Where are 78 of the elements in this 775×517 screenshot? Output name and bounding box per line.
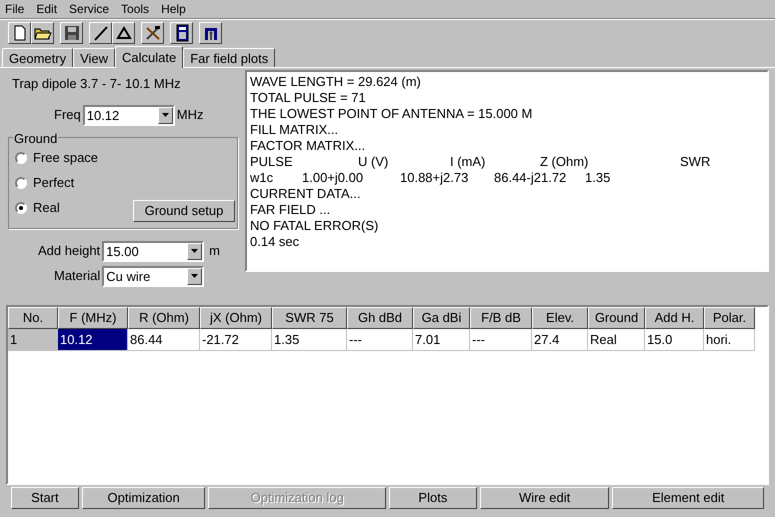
menu-item[interactable]: Edit xyxy=(36,0,58,18)
action-button[interactable]: Optimization xyxy=(82,487,206,509)
action-button[interactable]: Start xyxy=(11,487,79,509)
radio-button[interactable] xyxy=(15,202,27,214)
material-label: Material xyxy=(54,267,100,286)
log-cell-text: SWR xyxy=(680,154,712,170)
menu-item[interactable]: Service xyxy=(69,0,110,18)
radio-label: Perfect xyxy=(33,174,74,192)
radio-button[interactable] xyxy=(15,177,27,189)
table-cell[interactable]: 1 xyxy=(8,329,58,351)
calculator-icon[interactable] xyxy=(170,22,193,44)
action-button[interactable]: Plots xyxy=(389,487,477,509)
freq-label: Freq xyxy=(54,106,81,124)
column-header[interactable]: Gh dBd xyxy=(347,307,413,329)
log-cell-text: I (mA) xyxy=(450,154,486,170)
action-button[interactable]: Element edit xyxy=(612,487,764,509)
tab[interactable]: Geometry xyxy=(2,48,74,67)
dropdown-field[interactable]: 10.12 xyxy=(82,104,175,126)
log-cell-text: 1.35 xyxy=(585,170,612,186)
log-line: FILL MATRIX... xyxy=(250,122,340,138)
add-height-label: Add height xyxy=(38,242,100,260)
action-button[interactable]: Wire edit xyxy=(480,487,610,509)
radio-label: Free space xyxy=(33,149,98,168)
log-cell-text: w1c xyxy=(250,170,274,186)
table-cell[interactable]: hori. xyxy=(704,329,755,351)
project-title: Trap dipole 3.7 - 7- 10.1 MHz xyxy=(12,75,182,93)
dropdown-field[interactable]: Cu wire xyxy=(102,266,204,286)
column-header[interactable]: F (MHz) xyxy=(58,307,128,329)
column-header[interactable]: R (Ohm) xyxy=(128,307,200,329)
log-cell-text: 1.00+j0.00 xyxy=(302,170,364,186)
table-cell[interactable]: 15.0 xyxy=(645,329,704,351)
table-cell[interactable]: Real xyxy=(588,329,645,351)
tab[interactable]: View xyxy=(73,48,116,67)
log-line: FAR FIELD ... xyxy=(250,202,332,218)
column-header[interactable]: Elev. xyxy=(532,307,588,329)
table-cell[interactable]: 86.44 xyxy=(128,329,200,351)
log-cell-text: 86.44-j21.72 xyxy=(494,170,568,186)
log-line: FACTOR MATRIX... xyxy=(250,138,366,154)
document-icon[interactable] xyxy=(8,22,31,44)
dropdown-field[interactable]: 15.00 xyxy=(102,240,204,262)
radio-label: Real xyxy=(33,199,60,218)
tab[interactable]: Far field plots xyxy=(183,48,276,67)
log-cell-text: Z (Ohm) xyxy=(540,154,590,170)
column-header[interactable]: Ground xyxy=(588,307,645,329)
column-header[interactable]: jX (Ohm) xyxy=(200,307,272,329)
log-line: WAVE LENGTH = 29.624 (m) xyxy=(250,74,422,90)
figure-in-doorway-icon[interactable] xyxy=(199,22,222,44)
folder-icon[interactable] xyxy=(31,22,54,44)
log-line: CURRENT DATA... xyxy=(250,186,362,202)
column-header[interactable]: F/B dB xyxy=(470,307,532,329)
column-header[interactable]: Add H. xyxy=(645,307,704,329)
menu-item[interactable]: Help xyxy=(161,0,186,18)
table-cell[interactable]: 7.01 xyxy=(413,329,470,351)
table-cell[interactable]: 10.12 xyxy=(58,329,128,351)
table-cell[interactable]: -21.72 xyxy=(200,329,272,351)
tools-icon[interactable] xyxy=(141,22,164,44)
ground-setup-button[interactable]: Ground setup xyxy=(133,200,235,222)
log-line: THE LOWEST POINT OF ANTENNA = 15.000 M xyxy=(250,106,534,122)
table-cell[interactable]: 1.35 xyxy=(272,329,347,351)
menu-item[interactable]: Tools xyxy=(121,0,150,18)
log-line: 0.14 sec xyxy=(250,234,300,250)
table-cell[interactable]: --- xyxy=(347,329,413,351)
log-line: TOTAL PULSE = 71 xyxy=(250,90,367,106)
unit-label: MHz xyxy=(176,106,204,124)
column-header[interactable]: SWR 75 xyxy=(272,307,347,329)
table-cell[interactable]: 27.4 xyxy=(532,329,588,351)
column-header[interactable]: Ga dBi xyxy=(413,307,470,329)
table-cell[interactable]: --- xyxy=(470,329,532,351)
log-line: NO FATAL ERROR(S) xyxy=(250,218,380,234)
log-cell-text: PULSE xyxy=(250,154,294,170)
column-header[interactable]: Polar. xyxy=(704,307,755,329)
column-header[interactable]: No. xyxy=(8,307,58,329)
unit-label: m xyxy=(209,242,220,260)
menu-item[interactable]: File xyxy=(5,0,24,18)
radio-button[interactable] xyxy=(15,152,27,164)
log-cell-text: 10.88+j2.73 xyxy=(400,170,470,186)
log-cell-text: U (V) xyxy=(358,154,390,170)
tab[interactable]: Calculate xyxy=(115,46,184,68)
